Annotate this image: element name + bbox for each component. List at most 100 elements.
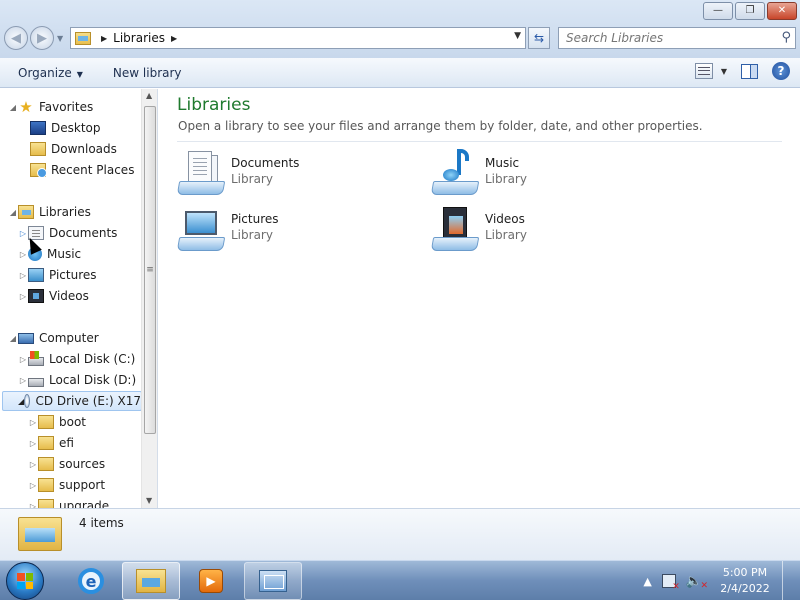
search-box[interactable]: ⚲ <box>558 27 796 49</box>
recent-pages-dropdown[interactable]: ▼ <box>57 34 63 43</box>
tree-computer[interactable]: ◢ Computer <box>8 328 99 348</box>
tree-item-upgrade[interactable]: ▷ upgrade <box>28 496 109 508</box>
tree-label: efi <box>59 436 74 450</box>
preview-pane-icon[interactable] <box>741 63 758 79</box>
expand-arrow-icon[interactable]: ▷ <box>28 418 38 427</box>
local-disk-d-icon <box>28 377 44 387</box>
refresh-icon: ⇆ <box>533 31 545 45</box>
tree-favorites[interactable]: ◢ ★ Favorites <box>8 97 93 117</box>
tree-item-sources[interactable]: ▷ sources <box>28 454 105 474</box>
volume-muted-icon[interactable]: 🔈 ✕ <box>686 574 708 591</box>
collapse-arrow-icon[interactable]: ◢ <box>8 103 18 112</box>
internet-explorer-icon: e <box>78 568 104 594</box>
address-bar[interactable]: ▶ Libraries ▶ ▼ <box>70 27 526 49</box>
taskbar-setup-app[interactable] <box>244 562 302 600</box>
page-title: Libraries <box>177 95 251 115</box>
tree-item-downloads[interactable]: Downloads <box>30 139 117 159</box>
expand-arrow-icon[interactable]: ▷ <box>18 376 28 385</box>
refresh-button[interactable]: ⇆ <box>528 27 550 49</box>
collapse-arrow-icon[interactable]: ◢ <box>8 208 18 217</box>
navigation-buttons: ◀ ▶ ▼ <box>4 26 63 50</box>
scroll-up-icon[interactable]: ▲ <box>146 91 152 100</box>
breadcrumb-root-arrow[interactable]: ▶ <box>101 34 107 43</box>
tree-item-pictures[interactable]: ▷ Pictures <box>18 265 97 285</box>
scroll-thumb[interactable]: ≡ <box>144 106 156 434</box>
expand-arrow-icon[interactable]: ▷ <box>18 250 28 259</box>
new-library-button[interactable]: New library <box>103 66 192 80</box>
videos-icon <box>28 289 44 303</box>
setup-app-icon <box>259 570 287 592</box>
back-arrow-icon: ◀ <box>11 30 21 46</box>
taskbar-media-player[interactable]: ▶ <box>182 562 240 600</box>
libraries-folder-large-icon <box>18 513 64 557</box>
breadcrumb-libraries[interactable]: Libraries <box>113 31 165 45</box>
tree-label: upgrade <box>59 499 110 508</box>
maximize-button[interactable]: ❐ <box>735 2 765 20</box>
organize-button[interactable]: Organize ▼ <box>8 66 93 80</box>
library-pictures[interactable]: Pictures Library <box>176 205 407 255</box>
close-button[interactable]: ✕ <box>767 2 797 20</box>
expand-arrow-icon[interactable]: ▷ <box>18 355 28 364</box>
details-pane: 4 items <box>0 508 800 560</box>
minimize-button[interactable]: — <box>703 2 733 20</box>
items-count: 4 items <box>79 516 124 530</box>
network-icon[interactable] <box>661 574 680 592</box>
media-player-icon: ▶ <box>199 569 223 593</box>
tree-item-local-disk-c[interactable]: ▷ Local Disk (C:) <box>18 349 135 369</box>
library-music[interactable]: Music Library <box>430 149 661 199</box>
change-view-icon <box>694 63 713 79</box>
expand-arrow-icon[interactable]: ▷ <box>28 460 38 469</box>
tree-item-recent-places[interactable]: Recent Places <box>30 160 134 180</box>
show-desktop-button[interactable] <box>782 561 794 600</box>
tree-item-support[interactable]: ▷ support <box>28 475 105 495</box>
show-hidden-icons-icon[interactable]: ▲ <box>643 575 651 588</box>
breadcrumb-libraries-arrow[interactable]: ▶ <box>171 34 177 43</box>
clock-date: 2/4/2022 <box>720 582 770 595</box>
tree-item-efi[interactable]: ▷ efi <box>28 433 74 453</box>
help-icon[interactable]: ? <box>772 62 790 80</box>
close-icon: ✕ <box>777 5 787 16</box>
change-view-button[interactable]: ▼ <box>694 63 727 79</box>
folder-icon <box>38 457 54 471</box>
address-dropdown-icon[interactable]: ▼ <box>514 31 521 41</box>
tree-libraries[interactable]: ◢ Libraries <box>8 202 91 222</box>
tree-label: Local Disk (D:) <box>49 373 137 387</box>
tree-label: Local Disk (C:) <box>49 352 136 366</box>
collapse-arrow-icon[interactable]: ◢ <box>8 334 18 343</box>
taskbar-windows-explorer[interactable] <box>122 562 180 600</box>
folder-icon <box>38 499 54 508</box>
tree-item-local-disk-d[interactable]: ▷ Local Disk (D:) <box>18 370 136 390</box>
expand-arrow-icon[interactable]: ▷ <box>18 271 28 280</box>
expand-arrow-icon[interactable]: ▷ <box>28 481 38 490</box>
library-type: Library <box>485 228 527 242</box>
scroll-down-icon[interactable]: ▼ <box>146 496 152 505</box>
view-options-caret-icon[interactable]: ▼ <box>721 67 727 76</box>
library-documents[interactable]: Documents Library <box>176 149 407 199</box>
tree-item-boot[interactable]: ▷ boot <box>28 412 86 432</box>
clock-time: 5:00 PM <box>722 566 768 579</box>
search-icon[interactable]: ⚲ <box>781 30 791 45</box>
back-button[interactable]: ◀ <box>4 26 28 50</box>
library-name: Music <box>485 156 520 170</box>
tree-item-cd-drive[interactable]: ◢ CD Drive (E:) X17 <box>2 391 142 411</box>
organize-caret-icon: ▼ <box>76 69 83 79</box>
expand-arrow-icon[interactable]: ▷ <box>18 292 28 301</box>
tree-label: support <box>59 478 106 492</box>
tree-label: Videos <box>49 289 89 303</box>
muted-x-icon: ✕ <box>700 580 708 591</box>
tree-label: Libraries <box>39 205 91 219</box>
local-disk-c-icon <box>28 350 44 366</box>
navigation-pane-scrollbar[interactable]: ▲ ≡ ▼ <box>141 89 157 508</box>
library-videos[interactable]: Videos Library <box>430 205 661 255</box>
tree-item-videos[interactable]: ▷ Videos <box>18 286 89 306</box>
start-button[interactable] <box>6 562 44 600</box>
tree-item-desktop[interactable]: Desktop <box>30 118 101 138</box>
expand-arrow-icon[interactable]: ▷ <box>28 439 38 448</box>
folder-icon <box>38 478 54 492</box>
minimize-icon: — <box>713 5 723 16</box>
clock[interactable]: 5:00 PM 2/4/2022 <box>714 565 776 597</box>
forward-button[interactable]: ▶ <box>30 26 54 50</box>
expand-arrow-icon[interactable]: ▷ <box>18 229 28 238</box>
taskbar-internet-explorer[interactable]: e <box>62 562 120 600</box>
search-input[interactable] <box>566 31 766 45</box>
